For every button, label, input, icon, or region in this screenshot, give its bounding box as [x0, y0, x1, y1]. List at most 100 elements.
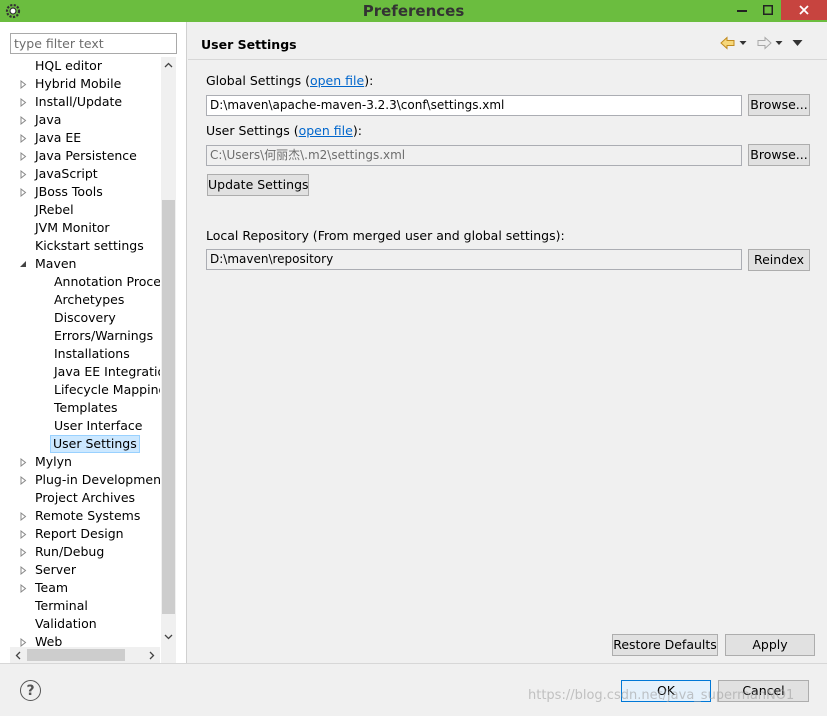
tree-collapsed-arrow-icon[interactable] [18, 453, 28, 471]
tree-item[interactable]: Archetypes [10, 291, 160, 309]
tree-item[interactable]: User Interface [10, 417, 160, 435]
title-bar: Preferences [0, 0, 827, 22]
apply-button[interactable]: Apply [725, 634, 815, 656]
maximize-button[interactable] [755, 0, 781, 20]
tree-item-label: HQL editor [35, 58, 102, 73]
tree-item[interactable]: Run/Debug [10, 543, 160, 561]
page-header: User Settings [188, 22, 827, 59]
tree-item[interactable]: Java EE Integration [10, 363, 160, 381]
watermark-text: https://blog.csdn.net/java_supermanNO1 [528, 688, 795, 703]
forward-arrow-icon[interactable] [756, 36, 772, 50]
global-settings-open-file-link[interactable]: open file [310, 73, 364, 88]
window-title: Preferences [362, 2, 465, 20]
header-divider [188, 59, 827, 60]
tree-item[interactable]: Project Archives [10, 489, 160, 507]
tree-collapsed-arrow-icon[interactable] [18, 129, 28, 147]
tree-item[interactable]: Terminal [10, 597, 160, 615]
tree-item-label: Java Persistence [35, 148, 137, 163]
tree-collapsed-arrow-icon[interactable] [18, 543, 28, 561]
user-settings-field[interactable]: C:\Users\何丽杰\.m2\settings.xml [206, 145, 742, 166]
tree-item-label: Kickstart settings [35, 238, 144, 253]
tree-item[interactable]: User Settings [10, 435, 160, 453]
tree-collapsed-arrow-icon[interactable] [18, 561, 28, 579]
tree-collapsed-arrow-icon[interactable] [18, 183, 28, 201]
help-icon[interactable]: ? [20, 680, 41, 701]
user-settings-label: User Settings (open file): [206, 123, 362, 138]
tree-collapsed-arrow-icon[interactable] [18, 165, 28, 183]
tree-vertical-scrollbar[interactable] [161, 57, 176, 667]
page-title: User Settings [201, 37, 297, 52]
back-arrow-icon[interactable] [720, 36, 736, 50]
back-dropdown-icon[interactable] [739, 40, 747, 46]
tree-collapsed-arrow-icon[interactable] [18, 525, 28, 543]
global-settings-browse-button[interactable]: Browse... [748, 94, 810, 116]
tree-item-label: Templates [54, 400, 118, 415]
tree-item[interactable]: Errors/Warnings [10, 327, 160, 345]
preferences-tree-pane: HQL editor Hybrid Mobile Install/Update Jav… [0, 22, 187, 667]
dialog-button-bar: ? OK Cancel https://blog.csdn.net/java_s… [0, 663, 827, 716]
tree-item[interactable]: Mylyn [10, 453, 160, 471]
tree-item[interactable]: Plug-in Development [10, 471, 160, 489]
tree-item[interactable]: Discovery [10, 309, 160, 327]
tree-collapsed-arrow-icon[interactable] [18, 147, 28, 165]
tree-item[interactable]: Validation [10, 615, 160, 633]
tree-item[interactable]: Report Design [10, 525, 160, 543]
global-settings-label: Global Settings (open file): [206, 73, 374, 88]
tree-item[interactable]: Java Persistence [10, 147, 160, 165]
tree-item[interactable]: Installations [10, 345, 160, 363]
tree-item[interactable]: JBoss Tools [10, 183, 160, 201]
scroll-up-icon[interactable] [161, 57, 176, 73]
horizontal-scroll-thumb[interactable] [27, 649, 125, 661]
filter-input[interactable] [10, 33, 177, 54]
tree-item-label: Project Archives [35, 490, 136, 505]
tree-item-label: JRebel [35, 202, 74, 217]
tree-item[interactable]: Hybrid Mobile [10, 75, 160, 93]
tree-item-label: Report Design [35, 526, 124, 541]
tree-item-label: Java [35, 112, 62, 127]
tree-item[interactable]: Maven [10, 255, 160, 273]
update-settings-button[interactable]: Update Settings [207, 174, 309, 196]
tree-item[interactable]: Java EE [10, 129, 160, 147]
scroll-right-icon[interactable] [144, 647, 160, 663]
tree-horizontal-scrollbar[interactable] [10, 647, 160, 663]
tree-item-label: User Interface [54, 418, 143, 433]
tree-collapsed-arrow-icon[interactable] [18, 579, 28, 597]
restore-defaults-button[interactable]: Restore Defaults [612, 634, 718, 656]
tree-item[interactable]: Lifecycle Mappings [10, 381, 160, 399]
vertical-scroll-thumb[interactable] [162, 200, 175, 614]
global-settings-field[interactable]: D:\maven\apache-maven-3.2.3\conf\setting… [206, 95, 742, 116]
tree-item[interactable]: Templates [10, 399, 160, 417]
tree-collapsed-arrow-icon[interactable] [18, 75, 28, 93]
tree-item-label: Maven [35, 256, 77, 271]
tree-item-label: Validation [35, 616, 97, 631]
forward-dropdown-icon[interactable] [775, 40, 783, 46]
page-navigation [720, 35, 803, 51]
tree-item[interactable]: JRebel [10, 201, 160, 219]
close-button[interactable] [781, 0, 827, 20]
tree-item[interactable]: JVM Monitor [10, 219, 160, 237]
tree-collapsed-arrow-icon[interactable] [18, 507, 28, 525]
tree-collapsed-arrow-icon[interactable] [18, 111, 28, 129]
tree-item[interactable]: Team [10, 579, 160, 597]
reindex-button[interactable]: Reindex [748, 249, 810, 271]
tree-item[interactable]: Kickstart settings [10, 237, 160, 255]
scroll-left-icon[interactable] [10, 647, 26, 663]
tree-item[interactable]: Server [10, 561, 160, 579]
tree-collapsed-arrow-icon[interactable] [18, 471, 28, 489]
tree-item[interactable]: HQL editor [10, 57, 160, 75]
tree-item[interactable]: Install/Update [10, 93, 160, 111]
tree-collapsed-arrow-icon[interactable] [18, 93, 28, 111]
scroll-down-icon[interactable] [161, 629, 176, 645]
user-settings-browse-button[interactable]: Browse... [748, 144, 810, 166]
local-repository-field: D:\maven\repository [206, 249, 742, 270]
view-menu-icon[interactable] [792, 39, 803, 47]
tree-expanded-arrow-icon[interactable] [18, 255, 28, 273]
minimize-button[interactable] [729, 0, 755, 20]
tree-item[interactable]: Remote Systems [10, 507, 160, 525]
tree-item-label: Server [35, 562, 76, 577]
tree-item-label: Archetypes [54, 292, 125, 307]
tree-item[interactable]: Java [10, 111, 160, 129]
user-settings-open-file-link[interactable]: open file [299, 123, 353, 138]
tree-item[interactable]: JavaScript [10, 165, 160, 183]
tree-item[interactable]: Annotation Processing [10, 273, 160, 291]
